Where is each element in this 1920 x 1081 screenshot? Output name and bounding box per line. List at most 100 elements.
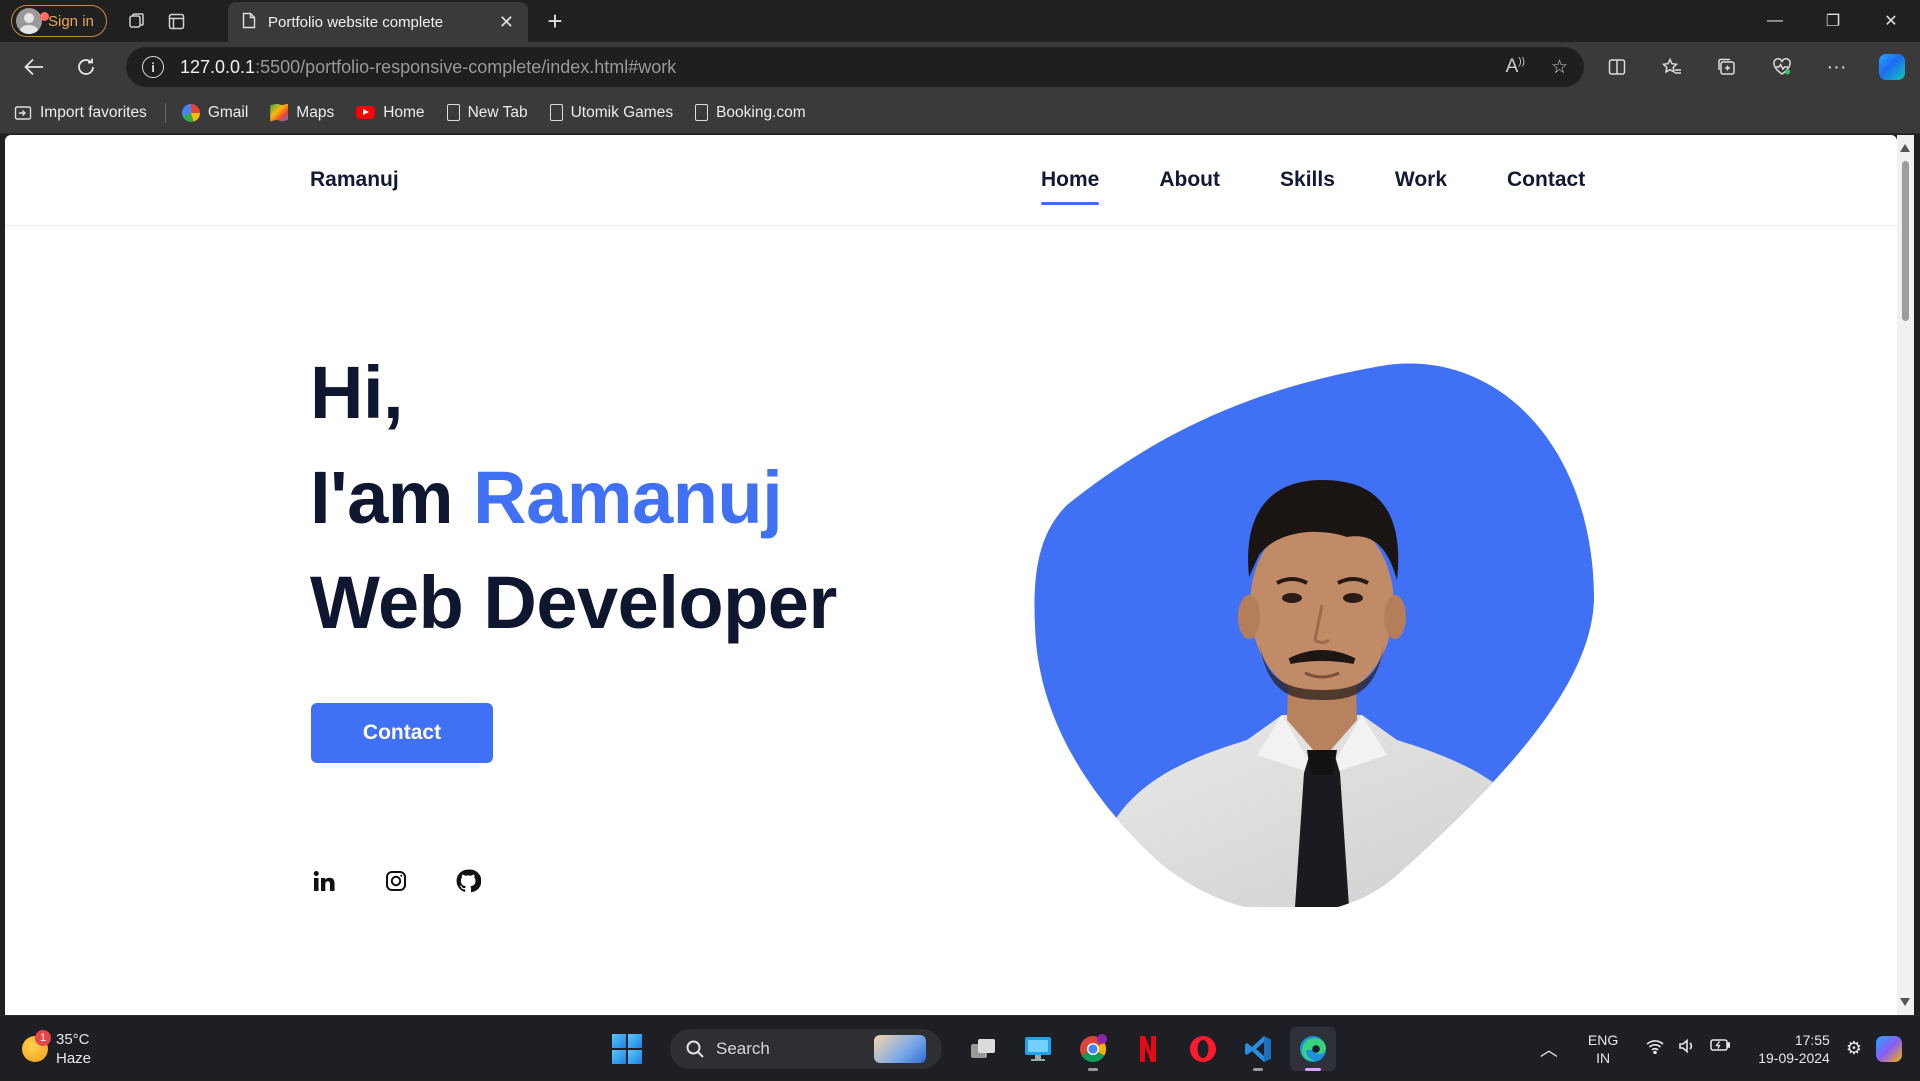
window-controls: — ❐ ✕: [1746, 0, 1920, 42]
copilot-icon[interactable]: [1879, 54, 1905, 80]
bookmark-home[interactable]: Home: [356, 103, 425, 122]
site-header: Ramanuj Home About Skills Work Contact: [5, 135, 1897, 226]
task-view-icon[interactable]: [960, 1027, 1006, 1071]
bookmark-label: Utomik Games: [570, 103, 674, 121]
favorites-icon[interactable]: [1644, 47, 1699, 87]
volume-icon: [1678, 1038, 1696, 1059]
hero-name: Ramanuj: [473, 456, 783, 539]
vscode-icon[interactable]: [1235, 1027, 1281, 1071]
refresh-button[interactable]: [60, 47, 112, 87]
new-tab-button[interactable]: +: [538, 0, 572, 42]
scroll-down-arrow-icon[interactable]: [1900, 998, 1910, 1006]
taskbar-apps: Search: [606, 1027, 1345, 1071]
bookmark-utomik-games[interactable]: Utomik Games: [549, 103, 674, 122]
bookmark-gmail[interactable]: Gmail: [181, 103, 249, 122]
linkedin-icon[interactable]: [311, 868, 337, 894]
active-tab[interactable]: Portfolio website complete ✕: [228, 2, 528, 42]
bookmark-label: Home: [383, 103, 425, 121]
nav-skills[interactable]: Skills: [1280, 168, 1335, 192]
minimize-icon[interactable]: —: [1746, 0, 1804, 42]
hero-intro-line: I'am Ramanuj: [310, 445, 837, 550]
hero-role: Web Developer: [310, 561, 837, 644]
running-indicator: [1253, 1068, 1263, 1071]
bookmark-booking[interactable]: Booking.com: [695, 104, 806, 122]
clock-time: 17:55: [1794, 1031, 1830, 1048]
site-nav: Home About Skills Work Contact: [1041, 168, 1585, 205]
bookmark-label: Import favorites: [40, 103, 147, 121]
quick-settings[interactable]: [1646, 1038, 1731, 1059]
page-icon: [242, 12, 256, 33]
weather-temp: 35°C: [56, 1031, 90, 1048]
page-viewport: Ramanuj Home About Skills Work Contact H…: [5, 135, 1897, 1015]
google-icon: [181, 103, 200, 122]
hero-intro: I'am: [310, 456, 474, 539]
toolbar-actions: ···: [1589, 42, 1920, 92]
browser-essentials-icon[interactable]: [1754, 47, 1809, 87]
scrollbar-thumb[interactable]: [1902, 161, 1909, 321]
opera-icon[interactable]: [1180, 1027, 1226, 1071]
split-screen-icon[interactable]: [1589, 47, 1644, 87]
edge-icon[interactable]: [1290, 1027, 1336, 1071]
maps-icon: [270, 103, 289, 122]
chrome-icon[interactable]: [1070, 1027, 1116, 1071]
favorite-star-icon[interactable]: ☆: [1551, 56, 1568, 79]
weather-badge: 1: [35, 1030, 51, 1046]
settings-gear-icon[interactable]: ⚙: [1846, 1038, 1862, 1059]
running-indicator: [1305, 1068, 1321, 1071]
restore-icon[interactable]: ❐: [1804, 0, 1862, 42]
running-indicator: [1088, 1068, 1098, 1071]
hero-greeting: Hi,: [310, 351, 404, 434]
nav-work[interactable]: Work: [1395, 168, 1447, 192]
collections-icon[interactable]: [1699, 47, 1754, 87]
notification-dot: [40, 12, 49, 21]
show-hidden-icons-chevron-icon[interactable]: ︿: [1540, 1036, 1558, 1062]
site-info-icon[interactable]: i: [142, 56, 164, 78]
site-logo[interactable]: Ramanuj: [310, 168, 399, 192]
nav-contact[interactable]: Contact: [1507, 168, 1585, 192]
clock-date: 19-09-2024: [1758, 1049, 1830, 1066]
clock[interactable]: 17:55 19-09-2024: [1758, 1031, 1830, 1067]
github-icon[interactable]: [455, 868, 481, 894]
back-button[interactable]: [8, 47, 60, 87]
workspaces-icon[interactable]: [117, 1, 157, 41]
more-options-icon[interactable]: ···: [1809, 47, 1864, 87]
contact-button[interactable]: Contact: [311, 703, 493, 763]
read-aloud-icon[interactable]: A)): [1506, 56, 1525, 79]
wifi-icon: [1646, 1038, 1664, 1059]
vertical-tabs-icon[interactable]: [157, 1, 197, 41]
start-windows-icon[interactable]: [606, 1028, 648, 1070]
close-window-icon[interactable]: ✕: [1862, 0, 1920, 42]
bookmark-label: New Tab: [467, 103, 528, 121]
page-icon: [446, 104, 460, 121]
search-highlight-icon: [874, 1035, 926, 1063]
bookmark-maps[interactable]: Maps: [270, 103, 335, 122]
language-indicator[interactable]: ENG IN: [1588, 1031, 1618, 1067]
hero-heading: Hi, I'am Ramanuj Web Developer: [310, 340, 837, 655]
scroll-up-arrow-icon[interactable]: [1900, 144, 1910, 152]
import-icon: [14, 104, 32, 122]
remote-desktop-icon[interactable]: [1015, 1027, 1061, 1071]
bookmark-import-favorites[interactable]: Import favorites: [14, 104, 147, 122]
url-path: :5500/portfolio-responsive-complete/inde…: [255, 56, 677, 77]
page-icon: [695, 104, 709, 121]
bookmark-label: Maps: [296, 103, 335, 121]
close-tab-icon[interactable]: ✕: [499, 12, 514, 33]
taskbar-search[interactable]: Search: [670, 1029, 942, 1069]
sign-in-button[interactable]: Sign in: [11, 5, 107, 37]
social-links: [311, 868, 481, 894]
tab-title: Portfolio website complete: [268, 13, 444, 31]
nav-home[interactable]: Home: [1041, 168, 1100, 205]
bookmark-label: Gmail: [207, 103, 249, 121]
browser-titlebar: Sign in Portfolio website complete ✕ + —…: [0, 0, 1920, 42]
copilot-taskbar-icon[interactable]: [1876, 1035, 1902, 1062]
page-scrollbar[interactable]: [1897, 135, 1914, 1015]
address-bar[interactable]: i 127.0.0.1 :5500/portfolio-responsive-c…: [126, 47, 1584, 87]
lang-top: ENG: [1587, 1031, 1619, 1048]
bookmark-new-tab[interactable]: New Tab: [446, 103, 528, 122]
windows-taskbar: 1 35°C Haze Search ︿ ENG IN 17:55 19-09-…: [0, 1015, 1920, 1080]
bookmark-label: Booking.com: [716, 103, 806, 121]
weather-widget[interactable]: 1 35°C Haze: [22, 1030, 91, 1068]
nav-about[interactable]: About: [1159, 168, 1220, 192]
instagram-icon[interactable]: [383, 868, 409, 894]
netflix-icon[interactable]: [1125, 1027, 1171, 1071]
